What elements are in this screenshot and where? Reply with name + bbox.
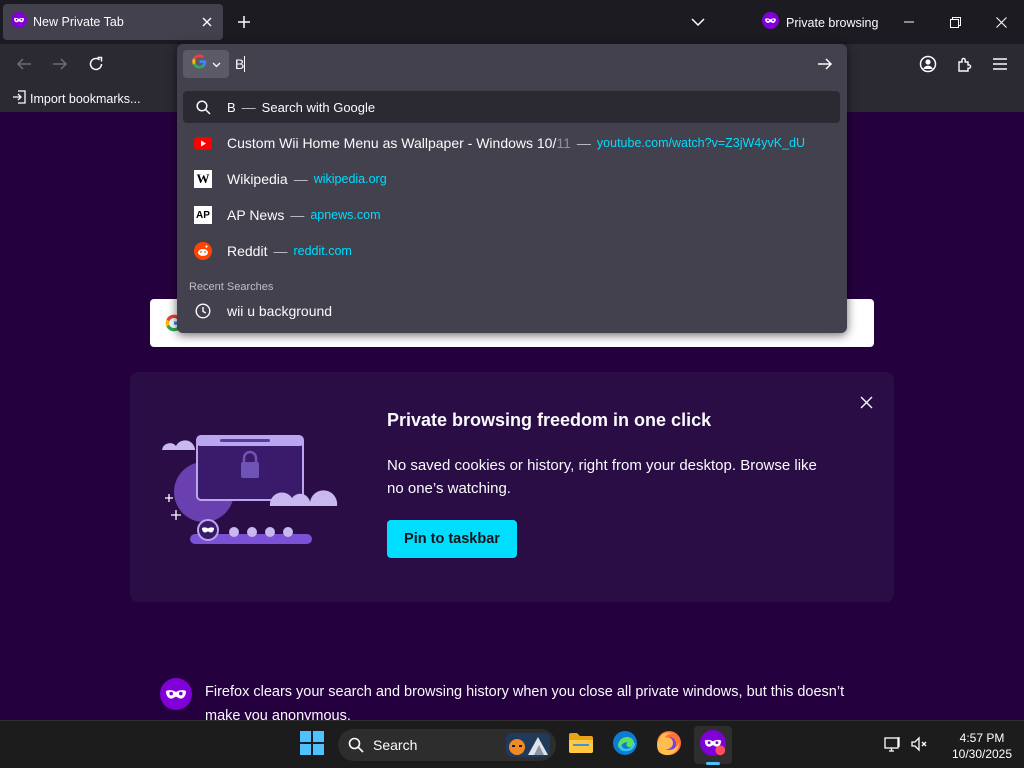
- history-clock-icon: [183, 303, 223, 319]
- app-menu-button[interactable]: [986, 50, 1014, 78]
- firefox-button[interactable]: [650, 726, 688, 764]
- tab-bar: New Private Tab Private browsing: [0, 0, 1024, 44]
- search-engine-switcher[interactable]: [183, 50, 229, 78]
- private-mask-icon: [762, 12, 779, 34]
- search-highlight-icon: [506, 731, 550, 764]
- private-mask-icon: [160, 678, 192, 715]
- close-window-button[interactable]: [978, 4, 1024, 40]
- active-app-indicator: [706, 762, 720, 765]
- suggestion-action: Search with Google: [261, 99, 376, 115]
- suggestion-url: apnews.com: [310, 208, 381, 222]
- private-browsing-indicator: Private browsing: [762, 12, 878, 34]
- private-mask-icon: [11, 11, 27, 33]
- suggestion-title: Custom Wii Home Menu as Wallpaper - Wind…: [227, 135, 571, 151]
- recent-search-title: wii u background: [227, 303, 333, 319]
- google-logo-icon: [191, 53, 208, 75]
- system-tray: [884, 735, 928, 758]
- clock-time: 4:57 PM: [959, 731, 1005, 745]
- network-icon[interactable]: [884, 735, 902, 758]
- search-icon: [183, 99, 223, 115]
- taskbar-clock[interactable]: 4:57 PM 10/30/2025: [944, 730, 1020, 762]
- close-icon[interactable]: [854, 390, 878, 414]
- volume-muted-icon[interactable]: [910, 735, 928, 758]
- suggestion-url: wikipedia.org: [313, 172, 387, 186]
- recent-search-item[interactable]: wii u background: [183, 295, 840, 327]
- search-icon: [348, 737, 364, 753]
- forward-button[interactable]: [46, 50, 74, 78]
- windows-logo-icon: [300, 730, 324, 760]
- account-button[interactable]: [914, 50, 942, 78]
- suggestion-title: B: [227, 99, 236, 115]
- pin-to-taskbar-button[interactable]: Pin to taskbar: [387, 520, 517, 558]
- private-mask-icon: [700, 729, 726, 761]
- firefox-icon: [656, 730, 682, 761]
- firefox-private-button[interactable]: [694, 726, 732, 764]
- text-caret: [244, 56, 245, 72]
- list-all-tabs-button[interactable]: [686, 10, 710, 34]
- minimize-button[interactable]: [886, 4, 932, 40]
- address-input[interactable]: [235, 53, 795, 75]
- reload-button[interactable]: [82, 50, 110, 78]
- reddit-icon: [183, 242, 223, 260]
- recent-searches-heading: Recent Searches: [189, 281, 274, 293]
- tab-new-private[interactable]: New Private Tab: [3, 4, 223, 40]
- go-arrow-button[interactable]: [813, 52, 837, 76]
- new-tab-button[interactable]: [232, 10, 256, 34]
- restore-button[interactable]: [932, 4, 978, 40]
- private-window-illustration: [160, 422, 340, 557]
- wikipedia-icon: W: [194, 170, 212, 188]
- edge-icon: [612, 730, 638, 761]
- tab-close-icon[interactable]: [195, 10, 219, 34]
- suggestion-title: Reddit: [227, 243, 268, 259]
- suggestion-wikipedia[interactable]: W Wikipedia — wikipedia.org: [183, 163, 840, 195]
- edge-browser-button[interactable]: [606, 726, 644, 764]
- apnews-icon: AP: [194, 206, 212, 224]
- tab-title: New Private Tab: [33, 15, 124, 29]
- import-bookmarks-label: Import bookmarks...: [30, 91, 141, 106]
- promo-description: No saved cookies or history, right from …: [387, 457, 817, 497]
- suggestion-url: youtube.com/watch?v=Z3jW4yvK_dU: [596, 136, 806, 150]
- import-bookmarks-button[interactable]: Import bookmarks...: [12, 90, 140, 107]
- suggestion-url: reddit.com: [293, 244, 352, 258]
- suggestion-apnews[interactable]: AP AP News — apnews.com: [183, 199, 840, 231]
- suggestion-reddit[interactable]: Reddit — reddit.com: [183, 235, 840, 267]
- taskbar-search-box[interactable]: Search: [338, 729, 556, 761]
- address-bar-popup: B — Search with Google Custom Wii Home M…: [177, 44, 847, 333]
- file-explorer-button[interactable]: [562, 726, 600, 764]
- suggestion-youtube[interactable]: Custom Wii Home Menu as Wallpaper - Wind…: [183, 127, 840, 159]
- extensions-button[interactable]: [950, 50, 978, 78]
- import-icon: [12, 90, 26, 107]
- clock-date: 10/30/2025: [951, 747, 1013, 761]
- taskbar-search-label: Search: [373, 737, 418, 753]
- chevron-down-icon: [212, 55, 221, 73]
- folder-icon: [568, 732, 594, 759]
- suggestion-search-google[interactable]: B — Search with Google: [183, 91, 840, 123]
- pin-promo-card: Private browsing freedom in one click No…: [130, 372, 894, 602]
- youtube-icon: [183, 136, 223, 150]
- back-button[interactable]: [10, 50, 38, 78]
- start-button[interactable]: [293, 726, 331, 764]
- suggestion-title: Wikipedia: [227, 171, 288, 187]
- windows-taskbar: Search 4:57 PM 10/30/2025: [0, 720, 1024, 768]
- promo-title: Private browsing freedom in one click: [387, 410, 712, 430]
- private-browsing-label: Private browsing: [786, 16, 879, 30]
- suggestion-title: AP News: [227, 207, 285, 223]
